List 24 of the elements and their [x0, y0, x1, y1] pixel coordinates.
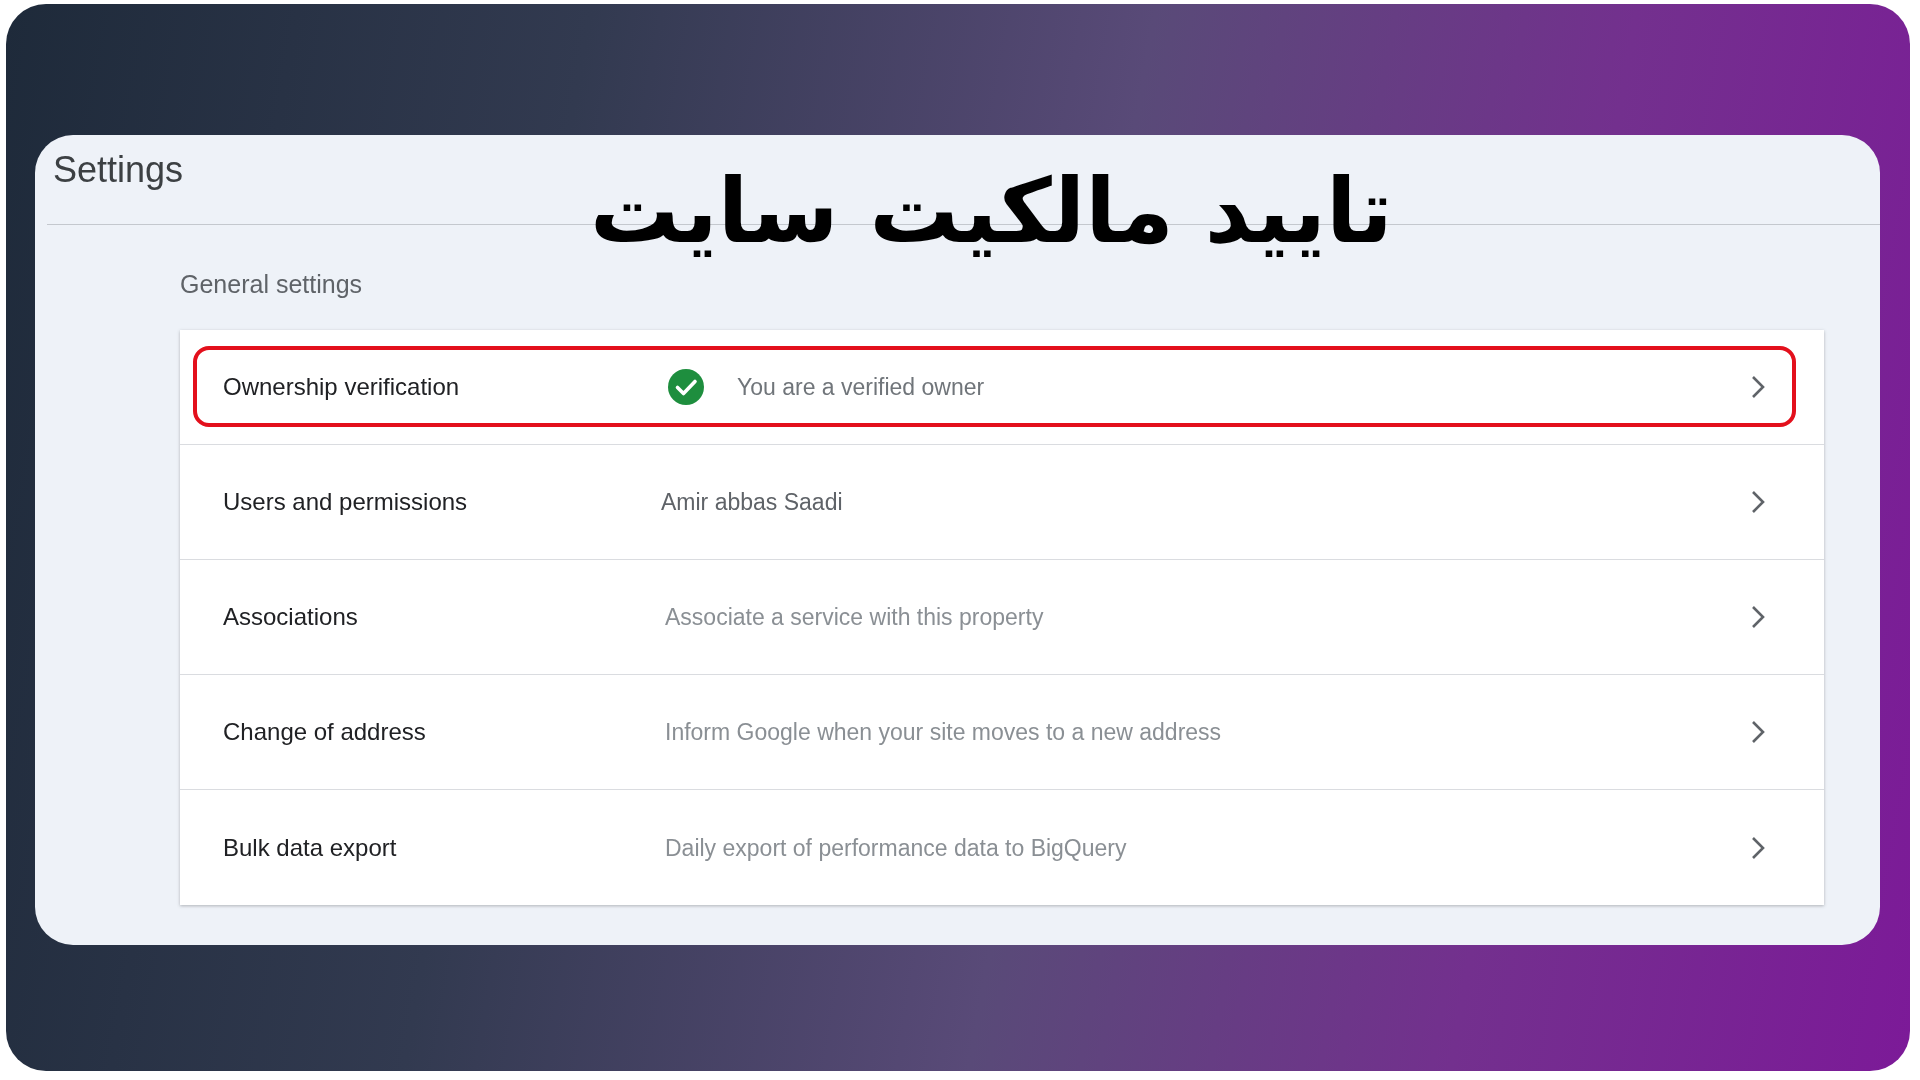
row-label: Users and permissions	[223, 487, 469, 517]
settings-row[interactable]: Users and permissions Amir abbas Saadi	[180, 445, 1824, 560]
settings-row[interactable]: Change of address Inform Google when your site moves to a new address	[180, 675, 1824, 790]
row-label: Bulk data export	[223, 832, 398, 863]
chevron-right-icon	[1751, 490, 1765, 514]
row-description: Daily export of performance data to BigQuery	[665, 833, 1127, 863]
row-label: Associations	[223, 602, 359, 632]
settings-row[interactable]: Associations Associate a service with this property	[180, 560, 1824, 675]
row-description: Associate a service with this property	[665, 603, 1044, 632]
chevron-right-icon	[1751, 835, 1765, 860]
settings-row[interactable]: Ownership verification You are a verified owner	[180, 330, 1824, 445]
chevron-right-icon	[1751, 605, 1765, 629]
row-label: Ownership verification	[223, 372, 461, 402]
row-value: Amir abbas Saadi	[661, 488, 843, 517]
chevron-right-icon	[1751, 720, 1765, 744]
overlay-title: تایید مالکیت سایت	[590, 158, 1393, 265]
row-label: Change of address	[223, 717, 427, 747]
row-description: Inform Google when your site moves to a new address	[665, 718, 1222, 747]
row-value: You are a verified owner	[737, 373, 985, 402]
chevron-right-icon	[1751, 375, 1765, 399]
settings-row[interactable]: Bulk data export Daily export of performance data to BigQuery	[180, 790, 1824, 905]
page-title: Settings	[53, 149, 184, 190]
section-heading: General settings	[180, 269, 363, 299]
check-circle-icon	[668, 369, 704, 405]
